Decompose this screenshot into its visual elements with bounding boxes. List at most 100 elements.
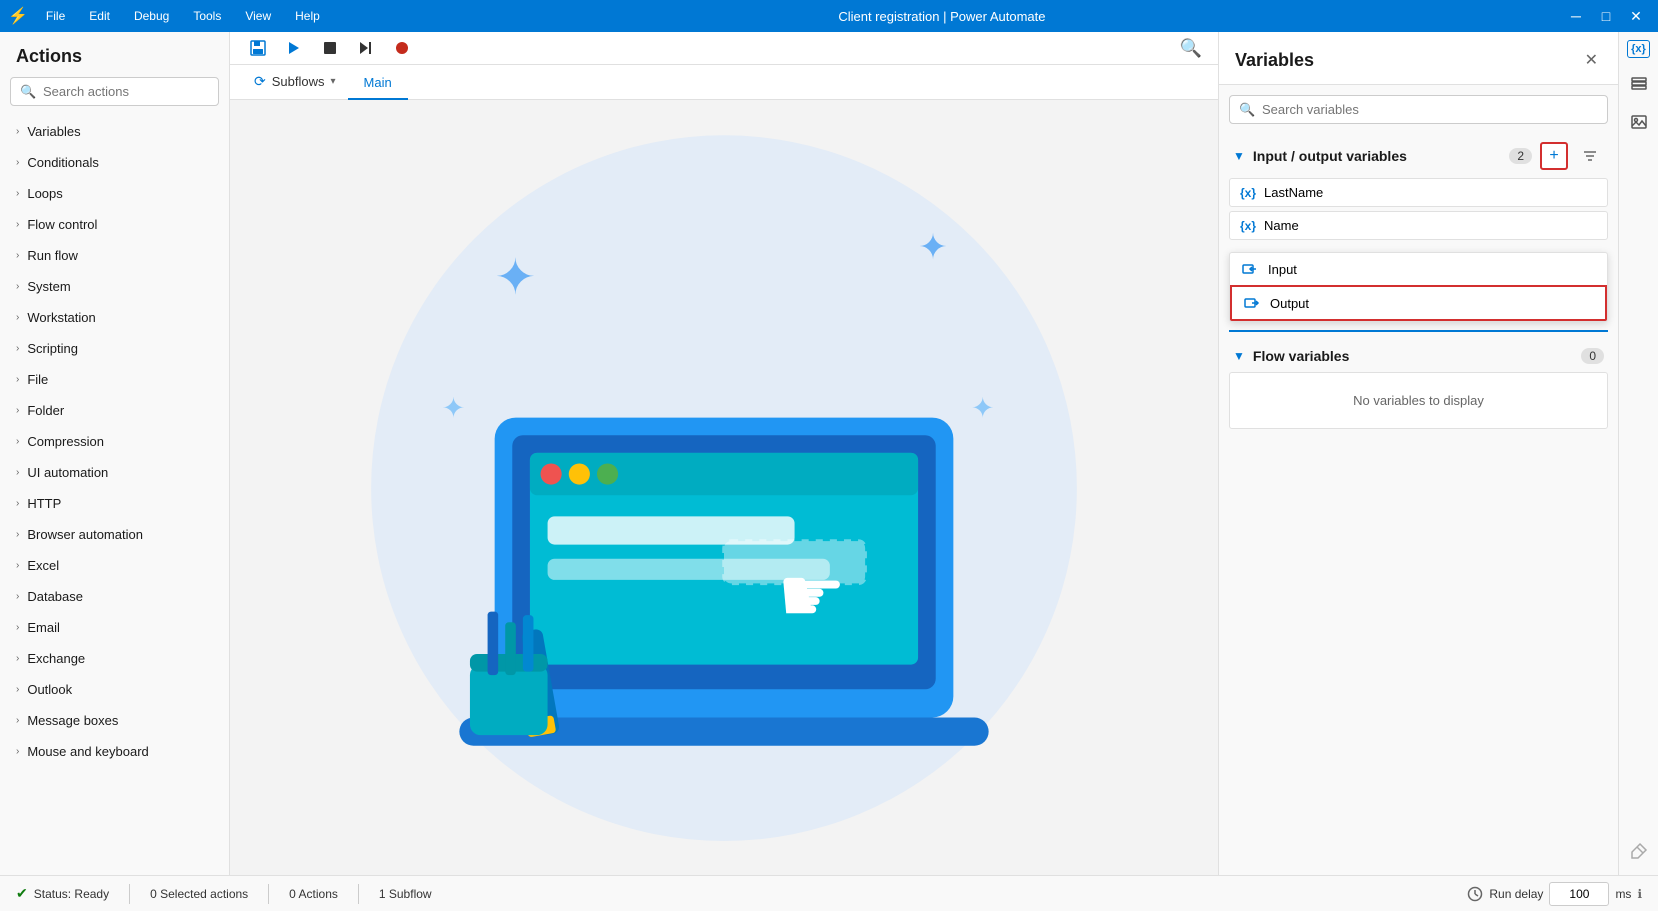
save-button[interactable]	[242, 32, 274, 64]
toolbar: 🔍	[230, 32, 1218, 65]
canvas-search-icon[interactable]: 🔍	[1176, 34, 1206, 63]
variable-item-name[interactable]: {x} Name	[1229, 211, 1608, 240]
xvar-button[interactable]: {x}	[1627, 40, 1650, 58]
search-icon: 🔍	[20, 84, 36, 100]
action-item-flow-control[interactable]: › Flow control	[0, 209, 229, 240]
tab-subflows[interactable]: ⟳ Subflows ▾	[242, 65, 348, 100]
dropdown-output-option[interactable]: Output	[1230, 285, 1607, 321]
action-item-compression[interactable]: › Compression	[0, 426, 229, 457]
status-ready: ✔ Status: Ready	[16, 885, 109, 902]
action-item-file[interactable]: › File	[0, 364, 229, 395]
action-label: Flow control	[27, 217, 97, 232]
action-item-scripting[interactable]: › Scripting	[0, 333, 229, 364]
action-item-http[interactable]: › HTTP	[0, 488, 229, 519]
variables-close-button[interactable]: ✕	[1581, 46, 1602, 74]
stop-button[interactable]	[314, 32, 346, 64]
action-label: Run flow	[27, 248, 78, 263]
tab-main[interactable]: Main	[348, 67, 408, 100]
input-output-section: ▼ Input / output variables 2 +	[1229, 134, 1608, 178]
run-delay-unit: ms	[1615, 887, 1631, 901]
svg-text:✦: ✦	[495, 250, 536, 305]
section-divider	[1229, 330, 1608, 332]
chevron-icon: ›	[16, 188, 19, 199]
chevron-icon: ›	[16, 157, 19, 168]
menu-view[interactable]: View	[235, 5, 281, 27]
status-divider-2	[268, 884, 269, 904]
variable-name: LastName	[1264, 185, 1323, 200]
action-item-exchange[interactable]: › Exchange	[0, 643, 229, 674]
chevron-icon: ›	[16, 374, 19, 385]
action-item-ui-automation[interactable]: › UI automation	[0, 457, 229, 488]
action-item-mouse-keyboard[interactable]: › Mouse and keyboard	[0, 736, 229, 767]
action-item-system[interactable]: › System	[0, 271, 229, 302]
flow-variables-count-badge: 0	[1581, 348, 1604, 364]
search-actions-input[interactable]	[10, 77, 219, 106]
action-item-conditionals[interactable]: › Conditionals	[0, 147, 229, 178]
action-item-database[interactable]: › Database	[0, 581, 229, 612]
chevron-icon: ›	[16, 343, 19, 354]
variable-icon: {x}	[1240, 219, 1256, 233]
svg-text:✦: ✦	[971, 392, 995, 424]
run-delay-input[interactable]	[1549, 882, 1609, 906]
action-item-browser-automation[interactable]: › Browser automation	[0, 519, 229, 550]
action-item-folder[interactable]: › Folder	[0, 395, 229, 426]
run-button[interactable]	[278, 32, 310, 64]
subflows-label: Subflows	[272, 74, 325, 89]
input-output-items: {x} LastName {x} Name	[1229, 178, 1608, 244]
collapse-icon: ▼	[1233, 149, 1245, 163]
app-icon: ⚡	[8, 6, 28, 26]
menu-debug[interactable]: Debug	[124, 5, 179, 27]
input-output-section-header[interactable]: ▼ Input / output variables 2 +	[1229, 134, 1608, 178]
action-item-variables[interactable]: › Variables	[0, 116, 229, 147]
action-item-loops[interactable]: › Loops	[0, 178, 229, 209]
actions-header: Actions	[0, 32, 229, 77]
menu-tools[interactable]: Tools	[183, 5, 231, 27]
maximize-button[interactable]: □	[1592, 2, 1620, 30]
action-item-workstation[interactable]: › Workstation	[0, 302, 229, 333]
action-item-email[interactable]: › Email	[0, 612, 229, 643]
next-button[interactable]	[350, 32, 382, 64]
plus-icon: +	[1549, 147, 1558, 165]
run-delay-info-button[interactable]: ℹ	[1637, 887, 1642, 901]
action-item-message-boxes[interactable]: › Message boxes	[0, 705, 229, 736]
tabs-bar: ⟳ Subflows ▾ Main	[230, 65, 1218, 100]
record-button[interactable]	[386, 32, 418, 64]
chevron-icon: ›	[16, 467, 19, 478]
menu-file[interactable]: File	[36, 5, 75, 27]
subflow-count-label: 1 Subflow	[379, 887, 432, 901]
variables-title: Variables	[1235, 50, 1581, 71]
chevron-icon: ›	[16, 684, 19, 695]
canvas-area: ✦ ✦ ✦ ✦ ✦ ☛	[230, 100, 1218, 875]
menu-bar: File Edit Debug Tools View Help	[36, 5, 330, 27]
selected-actions-label: 0 Selected actions	[150, 887, 248, 901]
output-option-label: Output	[1270, 296, 1309, 311]
dropdown-input-option[interactable]: Input	[1230, 253, 1607, 285]
search-variables-input[interactable]	[1229, 95, 1608, 124]
action-label: Outlook	[27, 682, 72, 697]
action-item-run-flow[interactable]: › Run flow	[0, 240, 229, 271]
chevron-icon: ›	[16, 591, 19, 602]
menu-edit[interactable]: Edit	[79, 5, 120, 27]
add-variable-dropdown: Input Output	[1229, 252, 1608, 322]
action-item-outlook[interactable]: › Outlook	[0, 674, 229, 705]
flow-variables-section-header[interactable]: ▼ Flow variables 0	[1229, 340, 1608, 372]
pencil-eraser-button[interactable]	[1623, 835, 1655, 867]
menu-help[interactable]: Help	[285, 5, 330, 27]
layers-button[interactable]	[1623, 66, 1655, 98]
add-variable-button[interactable]: +	[1540, 142, 1568, 170]
action-label: Folder	[27, 403, 64, 418]
chevron-icon: ›	[16, 126, 19, 137]
close-button[interactable]: ✕	[1622, 2, 1650, 30]
variables-panel: Variables ✕ 🔍 ▼ Input / output variables…	[1218, 32, 1618, 875]
filter-button[interactable]	[1576, 142, 1604, 170]
action-item-excel[interactable]: › Excel	[0, 550, 229, 581]
image-button[interactable]	[1623, 106, 1655, 138]
variables-search-box: 🔍	[1229, 95, 1608, 124]
svg-text:✦: ✦	[918, 228, 948, 267]
variable-icon: {x}	[1240, 186, 1256, 200]
minimize-button[interactable]: ─	[1562, 2, 1590, 30]
status-check-icon: ✔	[16, 885, 28, 902]
variable-item-lastname[interactable]: {x} LastName	[1229, 178, 1608, 207]
action-label: Variables	[27, 124, 80, 139]
actions-count-label: 0 Actions	[289, 887, 338, 901]
